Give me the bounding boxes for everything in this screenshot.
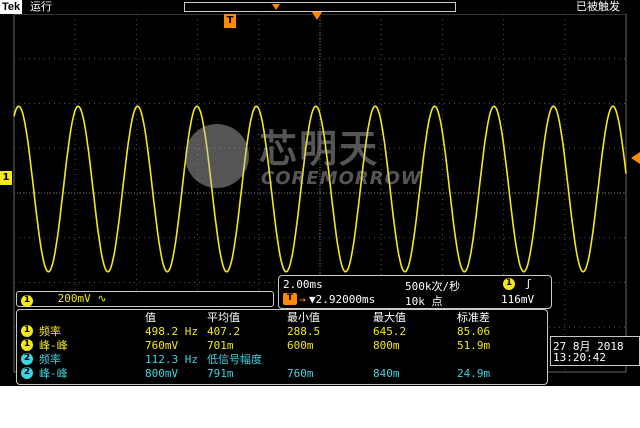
measurement-mean: 407.2 [207, 325, 241, 338]
delay-arrow: → [299, 293, 306, 306]
measurement-mean: 701m [207, 339, 234, 352]
header-value: 值 [145, 311, 156, 324]
measurement-channel-badge: 2 [21, 367, 33, 379]
acquisition-state: 运行 [30, 0, 52, 13]
trigger-level: 116mV [501, 293, 535, 306]
brand-logo: Tek [0, 0, 23, 14]
watermark-emblem-icon [185, 124, 249, 188]
measurement-channel-badge: 1 [21, 339, 33, 351]
horizontal-trigger-readout[interactable]: 2.00ms 500k次/秒 1 ʃ T → ▼2.92000ms 10k 点 … [278, 275, 552, 309]
ch1-badge: 1 [21, 295, 33, 307]
measurement-row[interactable]: 1 频率 498.2 Hz 407.2 288.5 645.2 85.06 [17, 325, 547, 338]
record-length: 10k 点 [405, 295, 443, 308]
ch1-ground-marker[interactable]: 1 [0, 171, 12, 185]
measurement-header-row: 值 平均值 最小值 最大值 标准差 [17, 311, 547, 324]
sample-rate: 500k次/秒 [405, 280, 461, 293]
header-std: 标准差 [457, 311, 490, 324]
time: 13:20:42 [553, 351, 606, 364]
header-mean: 平均值 [207, 311, 240, 324]
measurement-name: 频率 [39, 325, 61, 338]
date-time-display: 27 8月 2018 13:20:42 [550, 336, 640, 366]
measurement-name: 峰-峰 [39, 367, 68, 380]
measurement-max: 840m [373, 367, 400, 380]
measurement-mean: 低信号幅度 [207, 353, 262, 366]
trigger-status: 已被触发 [576, 0, 620, 13]
header-min: 最小值 [287, 311, 320, 324]
measurement-min: 288.5 [287, 325, 321, 338]
record-trigger-marker-icon [272, 4, 280, 10]
timebase: 2.00ms [283, 278, 323, 291]
trigger-level-arrow-icon[interactable] [631, 152, 640, 164]
watermark-logo: 芯明天 COREMORROW [185, 118, 445, 198]
measurement-channel-badge: 1 [21, 325, 33, 337]
measurement-value: 800mV [145, 367, 179, 380]
measurement-std: 51.9m [457, 339, 491, 352]
watermark-subtitle: COREMORROW [261, 168, 422, 189]
measurement-row[interactable]: 1 峰-峰 760mV 701m 600m 800m 51.9m [17, 339, 547, 352]
trigger-slope-icon: ʃ [525, 277, 532, 290]
measurement-max: 800m [373, 339, 400, 352]
measurement-max: 645.2 [373, 325, 407, 338]
record-view-bar [184, 2, 456, 12]
measurement-mean: 791m [207, 367, 234, 380]
watermark-title: 芯明天 [259, 127, 380, 171]
measurement-name: 峰-峰 [39, 339, 68, 352]
measurement-channel-badge: 2 [21, 353, 33, 365]
measurement-std: 85.06 [457, 325, 491, 338]
ch1-scale: 200mV ∿ [57, 292, 107, 305]
trigger-source-badge: 1 [503, 278, 515, 290]
trigger-position-marker[interactable]: T [224, 14, 236, 28]
horizontal-delay: ▼2.92000ms [309, 293, 376, 306]
measurement-value: 498.2 Hz [145, 325, 198, 338]
oscilloscope-screen: Tek 运行 已被触发 T 1 芯明天 COREMORROW 1 200mV ∿… [0, 0, 640, 386]
ch1-scale-readout[interactable]: 1 200mV ∿ [16, 291, 274, 307]
measurement-panel[interactable]: 值 平均值 最小值 最大值 标准差 1 频率 498.2 Hz 407.2 288.5 6… [16, 309, 548, 385]
measurement-row[interactable]: 2 峰-峰 800mV 791m 760m 840m 24.9m [17, 367, 547, 380]
measurement-min: 600m [287, 339, 314, 352]
measurement-value: 112.3 Hz [145, 353, 198, 366]
header-max: 最大值 [373, 311, 406, 324]
measurement-row[interactable]: 2 频率 112.3 Hz 低信号幅度 [17, 353, 547, 366]
measurement-std: 24.9m [457, 367, 491, 380]
measurement-value: 760mV [145, 339, 179, 352]
delay-icon: T [283, 293, 297, 305]
measurement-min: 760m [287, 367, 314, 380]
trigger-position-arrow-icon [312, 12, 322, 20]
measurement-name: 频率 [39, 353, 61, 366]
